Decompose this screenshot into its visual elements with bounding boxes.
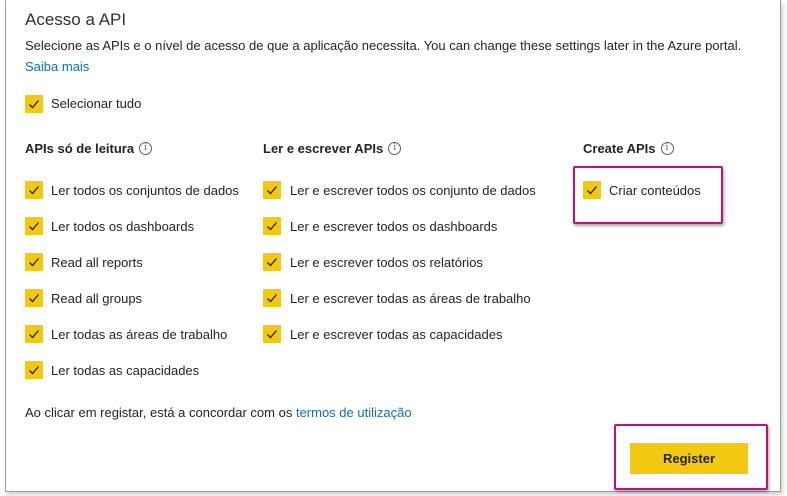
section-title: Acesso a API xyxy=(25,10,127,29)
header-text: Ler e escrever APIs xyxy=(263,141,384,156)
checkbox-label: Ler e escrever todos os dashboards xyxy=(290,219,498,234)
checkmark-icon xyxy=(29,330,39,339)
checkbox-label: Ler todas as capacidades xyxy=(51,363,200,378)
checkmark-icon xyxy=(29,100,39,109)
checkbox-label: Ler e escrever todos os relatórios xyxy=(290,255,483,270)
checkmark-icon xyxy=(267,222,277,231)
checkbox-label: Ler e escrever todas as áreas de trabalh… xyxy=(290,291,531,306)
info-icon[interactable]: i xyxy=(660,142,674,155)
checkbox-read-capacities[interactable] xyxy=(25,361,43,379)
checkbox-label: Ler todos os conjuntos de dados xyxy=(51,183,239,198)
checkmark-icon xyxy=(267,258,277,267)
section-description: Selecione as APIs e o nível de acesso de… xyxy=(25,38,742,53)
terms-agreement: Ao clicar em registar, está a concordar … xyxy=(25,405,412,420)
read-write-apis-header: Ler e escrever APIs i xyxy=(263,141,402,156)
checkbox-read-datasets[interactable] xyxy=(25,181,43,199)
checkmark-icon xyxy=(267,294,277,303)
checkbox-label: Ler e escrever todas as capacidades xyxy=(290,327,503,342)
checkbox-label: Read all reports xyxy=(51,255,143,270)
checkbox-label: Ler todos os dashboards xyxy=(51,219,195,234)
register-button[interactable]: Register xyxy=(630,443,748,474)
checkbox-label: Criar conteúdos xyxy=(609,183,701,198)
learn-more-link[interactable]: Saiba mais xyxy=(25,59,89,74)
checkmark-icon xyxy=(267,330,277,339)
header-text: APIs só de leitura xyxy=(25,141,135,156)
checkbox-create-content[interactable] xyxy=(583,181,601,199)
checkmark-icon xyxy=(29,186,39,195)
create-apis-header: Create APIs i xyxy=(583,141,674,156)
info-icon[interactable]: i xyxy=(139,142,153,155)
agreement-text: Ao clicar em registar, está a concordar … xyxy=(25,405,296,420)
checkbox-read-reports[interactable] xyxy=(25,253,43,271)
checkmark-icon xyxy=(29,366,39,375)
checkmark-icon xyxy=(587,186,597,195)
checkmark-icon xyxy=(29,294,39,303)
header-text: Create APIs xyxy=(583,141,656,156)
checkbox-readwrite-dashboards[interactable] xyxy=(263,217,281,235)
checkbox-label: Ler e escrever todos os conjunto de dado… xyxy=(290,183,536,198)
checkbox-readwrite-datasets[interactable] xyxy=(263,181,281,199)
select-all-checkbox[interactable] xyxy=(25,95,43,113)
info-icon[interactable]: i xyxy=(388,142,402,155)
checkmark-icon xyxy=(267,186,277,195)
checkbox-label: Read all groups xyxy=(51,291,143,306)
checkbox-read-workspaces[interactable] xyxy=(25,325,43,343)
checkbox-readwrite-workspaces[interactable] xyxy=(263,289,281,307)
checkmark-icon xyxy=(29,258,39,267)
checkmark-icon xyxy=(29,222,39,231)
checkbox-readwrite-capacities[interactable] xyxy=(263,325,281,343)
checkbox-read-dashboards[interactable] xyxy=(25,217,43,235)
select-all-label: Selecionar tudo xyxy=(51,96,142,111)
checkbox-label: Ler todas as áreas de trabalho xyxy=(51,327,228,342)
checkbox-readwrite-reports[interactable] xyxy=(263,253,281,271)
read-only-apis-header: APIs só de leitura i xyxy=(25,141,153,156)
terms-link[interactable]: termos de utilização xyxy=(296,405,412,420)
checkbox-read-groups[interactable] xyxy=(25,289,43,307)
